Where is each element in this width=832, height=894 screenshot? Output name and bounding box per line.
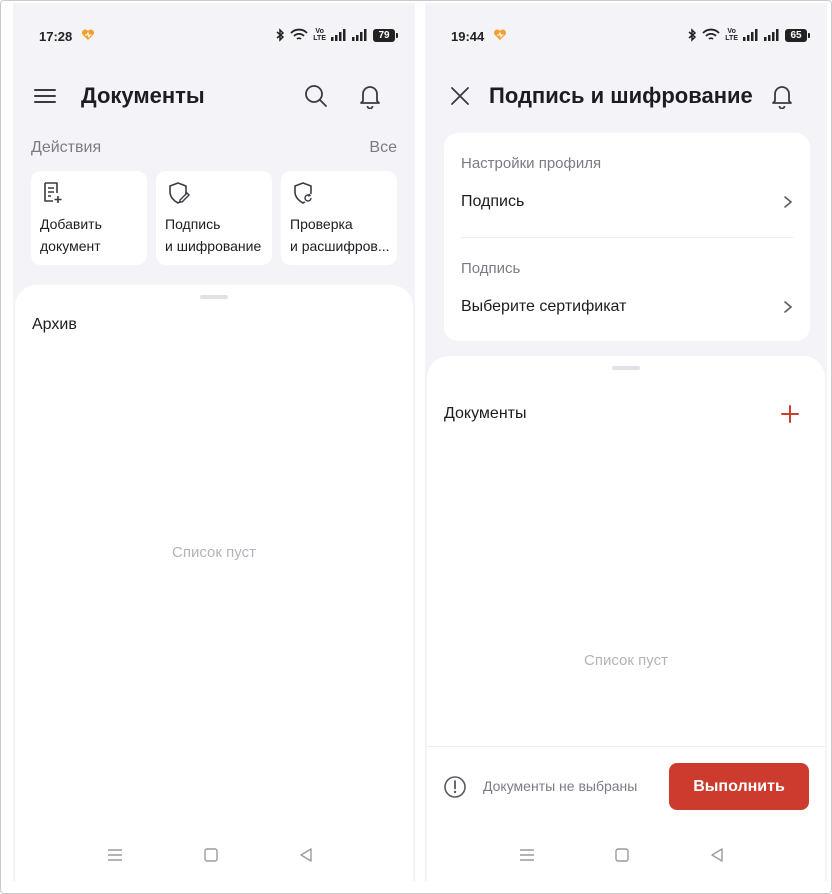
actions-label: Действия — [31, 139, 102, 156]
card-label-line1: Подпись — [165, 216, 221, 232]
certificate-row[interactable]: Выберите сертификат — [461, 296, 793, 322]
sign-encrypt-card[interactable]: Подпись и шифрование — [156, 171, 272, 265]
divider — [461, 237, 793, 238]
status-bar: 19:44 Vo LTE 65 — [425, 3, 827, 63]
shield-refresh-icon — [291, 181, 315, 205]
back-icon[interactable] — [707, 845, 727, 865]
wifi-icon — [290, 28, 308, 40]
card-label-line1: Проверка — [290, 216, 353, 232]
documents-sheet: Документы Список пуст Документы не выбра… — [427, 356, 825, 881]
documents-title: Документы — [444, 405, 527, 422]
heart-icon — [81, 28, 95, 46]
card-label-line1: Добавить — [40, 216, 102, 232]
signature-settings-value: Подпись — [461, 193, 525, 210]
certificate-value: Выберите сертификат — [461, 298, 627, 315]
execute-button[interactable]: Выполнить — [669, 763, 809, 810]
recent-apps-icon[interactable] — [517, 845, 537, 865]
app-header: Подпись и шифрование — [425, 73, 827, 119]
empty-list-text: Список пуст — [584, 652, 668, 669]
plus-icon[interactable] — [775, 399, 805, 429]
documents-screen: 17:28 Vo LTE 79 Документы Действия Все Д… — [13, 3, 415, 881]
signal-icon — [331, 29, 346, 41]
app-header: Документы — [13, 73, 415, 119]
footer-divider — [427, 746, 825, 747]
heart-icon — [493, 28, 507, 46]
action-cards: Добавить документ Подпись и шифрование П… — [31, 171, 397, 265]
status-time: 17:28 — [39, 29, 73, 44]
profile-settings-label: Настройки профиля — [461, 155, 602, 172]
chevron-right-icon — [783, 195, 793, 214]
archive-sheet: Архив Список пуст — [15, 285, 413, 881]
bell-icon[interactable] — [355, 81, 385, 111]
shield-pen-icon — [166, 181, 190, 205]
battery-icon: 65 — [785, 28, 810, 42]
archive-title: Архив — [32, 316, 77, 333]
status-time: 19:44 — [451, 29, 485, 44]
card-label-line2: и расшифров... — [290, 238, 390, 254]
sign-encrypt-screen: 19:44 Vo LTE 65 Подпись и шифрование Нас… — [425, 3, 827, 881]
volte-icon: Vo LTE — [313, 28, 326, 42]
chevron-right-icon — [783, 300, 793, 319]
bell-icon[interactable] — [767, 81, 797, 111]
page-title: Подпись и шифрование — [489, 83, 753, 108]
signature-label: Подпись — [461, 260, 521, 277]
status-icons: Vo LTE 65 — [687, 28, 810, 42]
actions-header: Действия Все — [31, 137, 397, 159]
status-icons: Vo LTE 79 — [275, 28, 398, 42]
wifi-icon — [702, 28, 720, 40]
page-title: Документы — [81, 83, 205, 108]
warning-icon — [443, 775, 467, 799]
search-icon[interactable] — [301, 81, 331, 111]
back-icon[interactable] — [296, 845, 316, 865]
status-bar: 17:28 Vo LTE 79 — [13, 3, 415, 63]
signal-icon-2 — [764, 29, 779, 41]
recent-apps-icon[interactable] — [105, 845, 125, 865]
battery-icon: 79 — [373, 28, 398, 42]
card-label-line2: документ — [40, 238, 101, 254]
system-nav-bar — [13, 845, 415, 865]
bluetooth-icon — [276, 28, 285, 42]
add-document-icon — [41, 181, 65, 205]
menu-icon[interactable] — [30, 81, 60, 111]
empty-list-text: Список пуст — [172, 544, 256, 561]
signal-icon — [743, 29, 758, 41]
home-icon[interactable] — [612, 845, 632, 865]
system-nav-bar — [425, 845, 827, 865]
card-label-line2: и шифрование — [165, 238, 262, 254]
add-document-card[interactable]: Добавить документ — [31, 171, 147, 265]
volte-icon: Vo LTE — [725, 28, 738, 42]
profile-settings-card: Настройки профиля Подпись Подпись Выбери… — [444, 133, 810, 341]
signature-settings-row[interactable]: Подпись — [461, 191, 793, 217]
home-icon[interactable] — [201, 845, 221, 865]
screenshot-frame: 17:28 Vo LTE 79 Документы Действия Все Д… — [0, 0, 832, 894]
sheet-grabber[interactable] — [612, 366, 640, 370]
signal-icon-2 — [352, 29, 367, 41]
verify-decrypt-card[interactable]: Проверка и расшифров... — [281, 171, 397, 265]
bluetooth-icon — [688, 28, 697, 42]
close-icon[interactable] — [445, 81, 475, 111]
all-actions-link[interactable]: Все — [369, 139, 397, 157]
sheet-grabber[interactable] — [200, 295, 228, 299]
no-documents-text: Документы не выбраны — [483, 778, 638, 794]
